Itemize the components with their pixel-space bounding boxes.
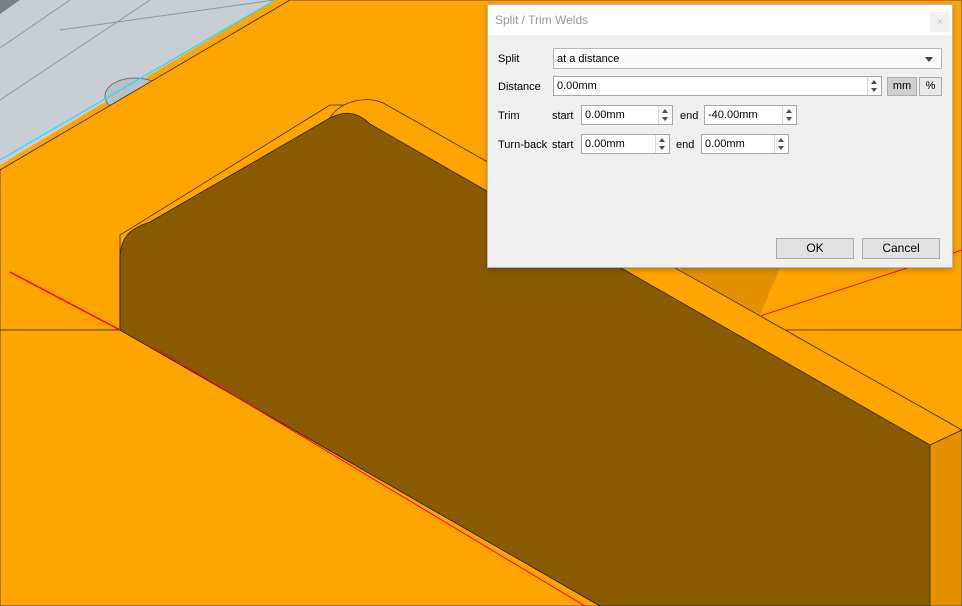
turnback-start-value: 0.00mm (585, 138, 625, 150)
turnback-end-label: end (676, 139, 695, 151)
chevron-down-icon (925, 57, 933, 62)
ok-button[interactable]: OK (776, 238, 854, 259)
turnback-label: Turn-back (498, 139, 548, 151)
split-label: Split (498, 53, 520, 65)
turnback-start-spinbox[interactable]: 0.00mm (581, 134, 670, 154)
unit-mm-button[interactable]: mm (887, 77, 917, 96)
turnback-end-value: 0.00mm (705, 138, 745, 150)
split-value: at a distance (557, 53, 620, 65)
trim-start-value: 0.00mm (585, 109, 625, 121)
trim-end-value: -40.00mm (708, 109, 758, 121)
turnback-start-spin-buttons[interactable] (655, 135, 669, 153)
trim-end-label: end (680, 110, 699, 122)
spin-up-icon (871, 80, 877, 84)
spin-down-icon (786, 117, 792, 121)
spin-up-icon (662, 109, 668, 113)
distance-spin-buttons[interactable] (867, 77, 881, 95)
trim-start-spin-buttons[interactable] (658, 106, 672, 124)
turnback-start-label: start (552, 139, 574, 151)
close-button[interactable]: × (930, 12, 950, 32)
spin-up-icon (786, 109, 792, 113)
cancel-button[interactable]: Cancel (862, 238, 940, 259)
spin-down-icon (662, 117, 668, 121)
spin-down-icon (871, 88, 877, 92)
distance-value: 0.00mm (557, 80, 597, 92)
trim-start-spinbox[interactable]: 0.00mm (581, 105, 673, 125)
trim-start-label: start (552, 110, 574, 122)
turnback-end-spinbox[interactable]: 0.00mm (701, 134, 789, 154)
trim-end-spin-buttons[interactable] (782, 106, 796, 124)
spin-down-icon (659, 146, 665, 150)
unit-percent-button[interactable]: % (919, 77, 942, 96)
trim-end-spinbox[interactable]: -40.00mm (704, 105, 797, 125)
split-combobox[interactable]: at a distance (553, 48, 942, 69)
spin-up-icon (659, 138, 665, 142)
dialog-title: Split / Trim Welds (495, 13, 589, 27)
split-trim-welds-dialog: Split / Trim Welds × Split at a distance… (487, 4, 953, 268)
trim-label: Trim (498, 110, 520, 122)
spin-up-icon (778, 138, 784, 142)
spin-down-icon (778, 146, 784, 150)
pocket-right-wall (929, 429, 962, 606)
distance-spinbox[interactable]: 0.00mm (553, 76, 882, 96)
turnback-end-spin-buttons[interactable] (774, 135, 788, 153)
dialog-titlebar[interactable]: Split / Trim Welds × (488, 5, 952, 35)
distance-label: Distance (498, 81, 541, 93)
close-icon: × (936, 16, 944, 28)
